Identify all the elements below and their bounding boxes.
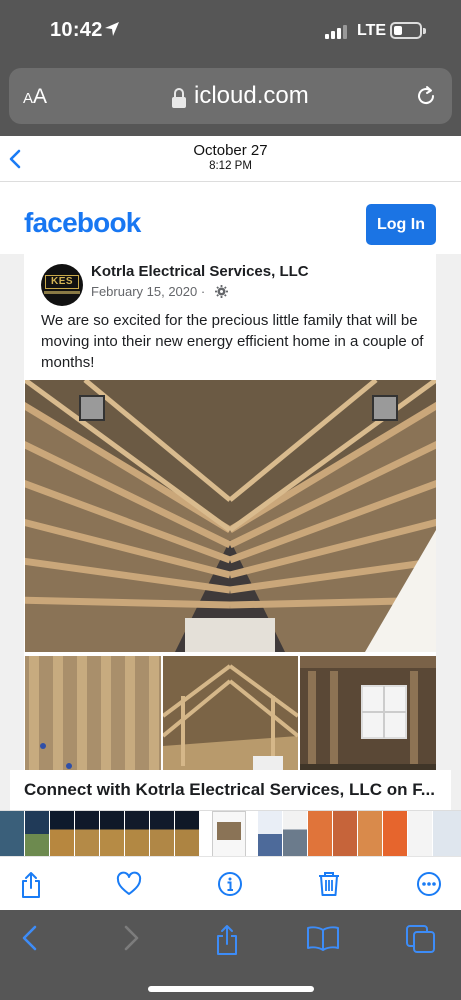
facebook-post: KES Kotrla Electrical Services, LLC Febr… <box>24 254 436 810</box>
thumbnail-strip[interactable] <box>0 810 461 857</box>
post-photo-2[interactable] <box>25 656 161 778</box>
thumbnail[interactable] <box>408 811 432 857</box>
connect-banner-text: Connect with Kotrla Electrical Services,… <box>24 780 435 799</box>
url-text: icloud.com <box>194 82 309 109</box>
thumbnail[interactable] <box>358 811 382 857</box>
thumbnail[interactable] <box>150 811 174 857</box>
lock-icon <box>172 88 186 108</box>
post-photo-row <box>25 656 436 778</box>
reload-icon[interactable] <box>414 84 438 108</box>
trash-icon[interactable] <box>317 871 341 897</box>
location-arrow-icon <box>105 22 119 36</box>
thumbnail[interactable] <box>25 811 49 857</box>
bookmarks-icon[interactable] <box>306 924 340 952</box>
viewer-header: October 27 8:12 PM <box>0 136 461 182</box>
status-bar: 10:42 LTE <box>0 0 461 62</box>
share-icon[interactable] <box>214 924 240 956</box>
reader-options-button[interactable]: AA <box>23 85 47 109</box>
photo-toolbar <box>0 856 461 910</box>
address-bar-area: AA icloud.com <box>0 62 461 136</box>
thumbnail[interactable] <box>433 811 461 857</box>
gear-icon <box>215 285 228 298</box>
home-indicator[interactable] <box>148 986 314 992</box>
info-icon[interactable] <box>217 871 243 897</box>
thumbnail[interactable] <box>50 811 74 857</box>
facebook-header: facebook Log In <box>0 182 461 254</box>
heart-icon[interactable] <box>116 871 142 897</box>
attic-floor-image <box>163 656 298 778</box>
thumbnail[interactable] <box>383 811 407 857</box>
post-text: We are so excited for the precious littl… <box>41 312 424 371</box>
thumbnail[interactable] <box>125 811 149 857</box>
page-avatar[interactable]: KES <box>41 264 83 306</box>
share-icon[interactable] <box>19 871 43 899</box>
screen: 10:42 LTE AA icloud.com October 27 8:12 … <box>0 0 461 1000</box>
thumbnail[interactable] <box>175 811 199 857</box>
thumbnail[interactable] <box>283 811 307 857</box>
connect-banner[interactable]: Connect with Kotrla Electrical Services,… <box>10 770 451 810</box>
thumbnail[interactable] <box>308 811 332 857</box>
photo-time: 8:12 PM <box>209 160 252 172</box>
thumbnail-selected[interactable] <box>212 811 246 857</box>
post-photo-3[interactable] <box>163 656 298 778</box>
stud-wall-image <box>25 656 161 778</box>
photo-date: October 27 <box>193 142 268 159</box>
status-time: 10:42 <box>50 19 103 41</box>
post-photo-4[interactable] <box>300 656 436 778</box>
signal-strength-icon <box>325 25 349 39</box>
thumbnail[interactable] <box>100 811 124 857</box>
back-icon[interactable] <box>20 924 40 952</box>
thumbnail[interactable] <box>0 811 24 857</box>
avatar-text: KES <box>45 275 79 289</box>
address-bar[interactable]: AA icloud.com <box>9 68 452 124</box>
photo-content[interactable]: facebook Log In KES Kotrla Electrical Se… <box>0 182 461 810</box>
battery-icon <box>390 22 422 39</box>
more-icon[interactable] <box>416 871 442 897</box>
login-button[interactable]: Log In <box>366 204 436 245</box>
window-room-image <box>300 656 436 778</box>
post-photo-main[interactable] <box>25 380 436 652</box>
thumbnail[interactable] <box>333 811 357 857</box>
avatar-underline <box>44 291 80 294</box>
tabs-icon[interactable] <box>405 924 437 954</box>
thumbnail[interactable] <box>75 811 99 857</box>
attic-rafters-image <box>25 380 436 652</box>
page-name[interactable]: Kotrla Electrical Services, LLC <box>91 263 309 280</box>
battery-tip <box>423 28 426 34</box>
forward-icon <box>124 925 139 951</box>
thumbnail[interactable] <box>258 811 282 857</box>
network-type: LTE <box>357 22 387 39</box>
post-date[interactable]: February 15, 2020 · <box>91 284 205 299</box>
browser-toolbar <box>0 910 461 1000</box>
facebook-logo: facebook <box>24 207 141 238</box>
